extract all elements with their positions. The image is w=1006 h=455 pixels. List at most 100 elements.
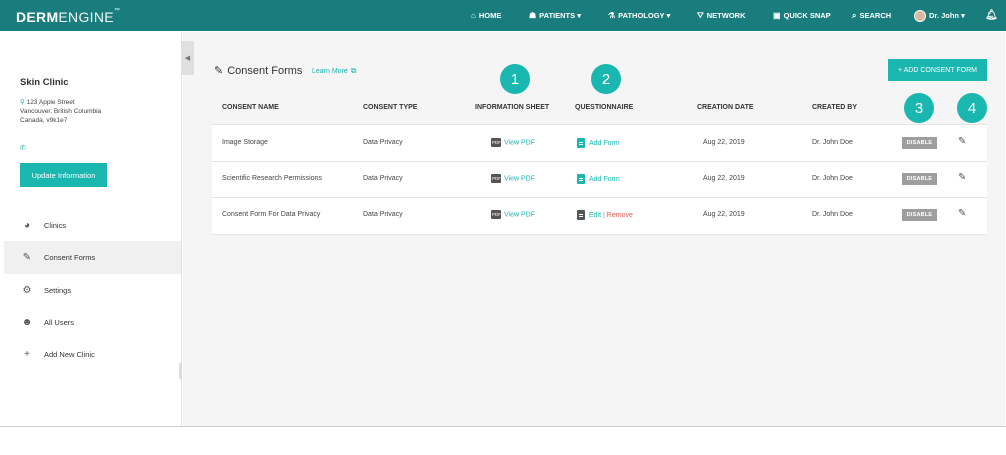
address-line-3: Canada, v9k1e7	[20, 117, 68, 124]
edit-form-icon: ✎	[22, 252, 32, 263]
nav-search[interactable]: ⌕ SEARCH	[852, 0, 891, 31]
row-2-add-form-link[interactable]: Add Form	[577, 174, 620, 184]
logo-light-text: ENGINE	[58, 9, 114, 25]
row-3-consent-type: Data Privacy	[363, 211, 403, 218]
nav-patients[interactable]: ☗ PATIENTS ▾	[529, 0, 581, 31]
add-consent-form-button[interactable]: + ADD CONSENT FORM	[888, 59, 987, 81]
update-information-button[interactable]: Update Information	[20, 163, 107, 187]
pdf-icon: PDF	[491, 138, 501, 147]
sidebar-item-label: Add New Clinic	[44, 350, 95, 359]
pdf-icon: PDF	[491, 174, 501, 183]
logo-bold-text: DERM	[16, 9, 59, 25]
nav-quick-snap[interactable]: ▣ QUICK SNAP	[773, 0, 831, 31]
sidebar-item-all-users[interactable]: ☻ All Users	[4, 306, 181, 339]
pie-chart-icon: ◕	[23, 220, 31, 231]
nav-pathology[interactable]: ⚗ PATHOLOGY ▾	[608, 0, 670, 31]
clinic-address: ⚲ 123 Apple Street Vancouver, British Co…	[20, 98, 101, 125]
row-2-created-by: Dr. John Doe	[812, 175, 853, 182]
network-icon: ⛛	[697, 10, 704, 20]
learn-more-link[interactable]: Learn More ⧉	[312, 66, 357, 76]
row-1-view-pdf-link[interactable]: PDF View PDF	[491, 138, 535, 147]
add-form-label: Add Form	[589, 139, 620, 147]
edit-questionnaire-link[interactable]: Edit	[589, 212, 601, 219]
dermengine-logo[interactable]: DERMENGINE™	[16, 8, 120, 25]
pdf-icon: PDF	[491, 210, 501, 219]
address-line-2: Vancouver, British Columbia	[20, 108, 102, 115]
patients-icon: ☗	[529, 11, 537, 20]
pencil-icon[interactable]: ✎	[958, 172, 966, 183]
row-1-add-form-link[interactable]: Add Form	[577, 138, 620, 148]
column-header-created-by: CREATED BY	[812, 104, 857, 111]
sidebar-item-clinics[interactable]: ◕ Clinics	[4, 209, 181, 242]
document-icon	[577, 138, 585, 148]
plus-icon: +	[24, 349, 30, 360]
nav-network[interactable]: ⛛ NETWORK	[697, 0, 745, 31]
nav-network-label: NETWORK	[706, 11, 746, 20]
view-pdf-label: View PDF	[504, 175, 535, 183]
column-header-questionnaire: QUESTIONNAIRE	[575, 104, 634, 111]
bell-icon[interactable]: 🔔︎	[985, 0, 998, 31]
nav-pathology-label: PATHOLOGY ▾	[618, 11, 671, 20]
gear-icon: ⚙	[22, 285, 32, 296]
nav-user-menu[interactable]: Dr. John ▾	[914, 0, 965, 31]
page-bottom-border	[0, 426, 1006, 427]
sidebar-item-add-new-clinic[interactable]: + Add New Clinic	[4, 338, 181, 371]
microscope-icon: ⚗	[608, 11, 616, 20]
location-pin-icon: ⚲	[20, 99, 25, 106]
sidebar-item-label: All Users	[44, 318, 75, 327]
row-2-disable-button[interactable]: DISABLE	[902, 173, 937, 185]
row-1-consent-name: Image Storage	[222, 139, 268, 146]
row-3-disable-button[interactable]: DISABLE	[902, 209, 937, 221]
add-form-label: Add Form	[589, 175, 620, 183]
nav-user-label: Dr. John ▾	[929, 11, 965, 20]
page-title: ✎ Consent Forms	[214, 64, 302, 78]
sidebar-item-consent-forms[interactable]: ✎ Consent Forms	[4, 241, 181, 274]
view-pdf-label: View PDF	[504, 211, 535, 219]
address-line-1: 123 Apple Street	[26, 99, 75, 106]
column-header-consent-name: CONSENT NAME	[222, 104, 279, 111]
row-2-consent-name: Scientific Research Permissions	[222, 175, 322, 182]
row-1-creation-date: Aug 22, 2019	[703, 139, 745, 146]
row-divider	[212, 124, 987, 125]
pencil-icon[interactable]: ✎	[958, 136, 966, 147]
nav-search-label: SEARCH	[859, 11, 892, 20]
users-icon: ☻	[21, 317, 33, 328]
row-3-questionnaire: Edit | Remove	[577, 210, 633, 220]
avatar	[914, 9, 926, 22]
sidebar: Skin Clinic ⚲ 123 Apple Street Vancouver…	[3, 32, 182, 426]
view-pdf-label: View PDF	[504, 139, 535, 147]
row-3-creation-date: Aug 22, 2019	[703, 211, 745, 218]
nav-patients-label: PATIENTS ▾	[539, 11, 581, 20]
camera-icon: ▣	[773, 11, 781, 20]
row-3-consent-name: Consent Form For Data Privacy	[222, 211, 321, 218]
annotation-badge-3: 3	[904, 93, 934, 123]
row-3-created-by: Dr. John Doe	[812, 211, 853, 218]
sidebar-scrollbar[interactable]	[179, 363, 182, 379]
row-divider	[212, 197, 987, 198]
nav-quick-snap-label: QUICK SNAP	[783, 11, 831, 20]
row-2-consent-type: Data Privacy	[363, 175, 403, 182]
sidebar-item-label: Consent Forms	[44, 253, 96, 262]
row-1-disable-button[interactable]: DISABLE	[902, 137, 937, 149]
document-icon	[577, 210, 585, 220]
nav-home-label: HOME	[478, 11, 502, 20]
annotation-badge-2: 2	[591, 64, 621, 94]
row-2-view-pdf-link[interactable]: PDF View PDF	[491, 174, 535, 183]
edit-form-icon: ✎	[214, 65, 224, 77]
row-2-creation-date: Aug 22, 2019	[703, 175, 745, 182]
row-divider	[212, 161, 987, 162]
annotation-badge-1: 1	[500, 64, 530, 94]
nav-home[interactable]: ⌂ HOME	[471, 0, 501, 31]
pencil-icon[interactable]: ✎	[958, 208, 966, 219]
top-navigation-bar: DERMENGINE™ ⌂ HOME ☗ PATIENTS ▾ ⚗ PATHOLOGY…	[0, 0, 1006, 31]
sidebar-item-label: Clinics	[44, 221, 67, 230]
row-3-view-pdf-link[interactable]: PDF View PDF	[491, 210, 535, 219]
collapse-sidebar-button[interactable]: ◀	[181, 41, 194, 75]
row-1-consent-type: Data Privacy	[363, 139, 403, 146]
remove-questionnaire-link[interactable]: Remove	[607, 212, 633, 219]
clinic-name: Skin Clinic	[20, 77, 69, 88]
document-icon	[577, 174, 585, 184]
phone-icon: ✆	[20, 145, 26, 152]
sidebar-item-settings[interactable]: ⚙ Settings	[4, 274, 181, 307]
row-divider	[212, 234, 987, 235]
